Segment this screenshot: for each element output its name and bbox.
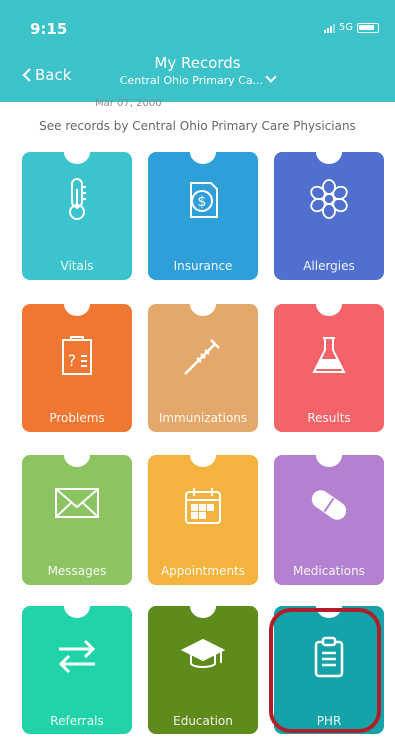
flower-icon <box>274 177 384 221</box>
tile-notch <box>316 304 342 316</box>
swap-arrows-icon <box>22 636 132 676</box>
record-date: Mar 07, 2000 <box>95 98 162 109</box>
syringe-icon <box>148 334 258 378</box>
graduation-cap-icon <box>148 636 258 676</box>
clipboard-question-icon: ? <box>22 334 132 378</box>
calendar-icon <box>148 485 258 527</box>
tile-label: Allergies <box>303 259 355 273</box>
envelope-icon <box>22 485 132 521</box>
tile-label: Insurance <box>173 259 233 273</box>
tile-notch <box>190 455 216 467</box>
tile-education[interactable]: Education <box>148 606 258 734</box>
tile-medications[interactable]: Medications <box>274 455 384 585</box>
tile-label: Results <box>307 411 351 425</box>
pill-icon <box>274 485 384 525</box>
tile-notch <box>190 152 216 164</box>
tile-messages[interactable]: Messages <box>22 455 132 585</box>
svg-text:?: ? <box>68 351 77 370</box>
tile-notch <box>64 606 90 618</box>
tile-label: Vitals <box>60 259 94 273</box>
battery-icon <box>357 22 379 33</box>
tile-notch <box>316 606 342 618</box>
records-caption: See records by Central Ohio Primary Care… <box>39 119 356 133</box>
tile-label: Immunizations <box>158 411 248 425</box>
tile-label: Messages <box>47 564 107 578</box>
tile-label: Education <box>173 714 233 728</box>
signal-icon <box>323 23 335 33</box>
tile-notch <box>190 304 216 316</box>
tile-immunizations[interactable]: Immunizations <box>148 304 258 432</box>
tile-notch <box>64 152 90 164</box>
provider-name: Central Ohio Primary Ca... <box>119 74 264 87</box>
tile-notch <box>64 455 90 467</box>
tile-results[interactable]: Results <box>274 304 384 432</box>
clipboard-list-icon <box>274 636 384 680</box>
tile-notch <box>64 304 90 316</box>
tile-problems[interactable]: ? Problems <box>22 304 132 432</box>
flask-icon <box>274 334 384 378</box>
status-bar-right: 5G <box>323 22 379 33</box>
svg-text:$: $ <box>198 194 207 210</box>
tile-label: Referrals <box>50 714 104 728</box>
tile-referrals[interactable]: Referrals <box>22 606 132 734</box>
provider-selector[interactable]: Central Ohio Primary Ca... <box>0 71 395 87</box>
status-time: 9:15 <box>30 20 68 38</box>
tile-phr[interactable]: PHR <box>274 606 384 734</box>
tile-vitals[interactable]: Vitals <box>22 152 132 280</box>
tile-notch <box>190 606 216 618</box>
thermometer-icon <box>22 177 132 221</box>
tile-allergies[interactable]: Allergies <box>274 152 384 280</box>
network-label: 5G <box>338 22 353 33</box>
app-header: 9:15 5G Back My Records Central Ohio Pri… <box>0 0 395 102</box>
tile-label: Medications <box>293 564 365 578</box>
page-title: My Records <box>154 54 241 72</box>
tile-label: Problems <box>49 411 105 425</box>
tile-insurance[interactable]: $ Insurance <box>148 152 258 280</box>
tile-label: Appointments <box>160 564 246 578</box>
chevron-down-icon <box>265 71 277 83</box>
dollar-document-icon: $ <box>148 177 258 221</box>
tile-notch <box>316 152 342 164</box>
tile-notch <box>316 455 342 467</box>
tile-label: PHR <box>316 714 342 728</box>
tile-appointments[interactable]: Appointments <box>148 455 258 585</box>
